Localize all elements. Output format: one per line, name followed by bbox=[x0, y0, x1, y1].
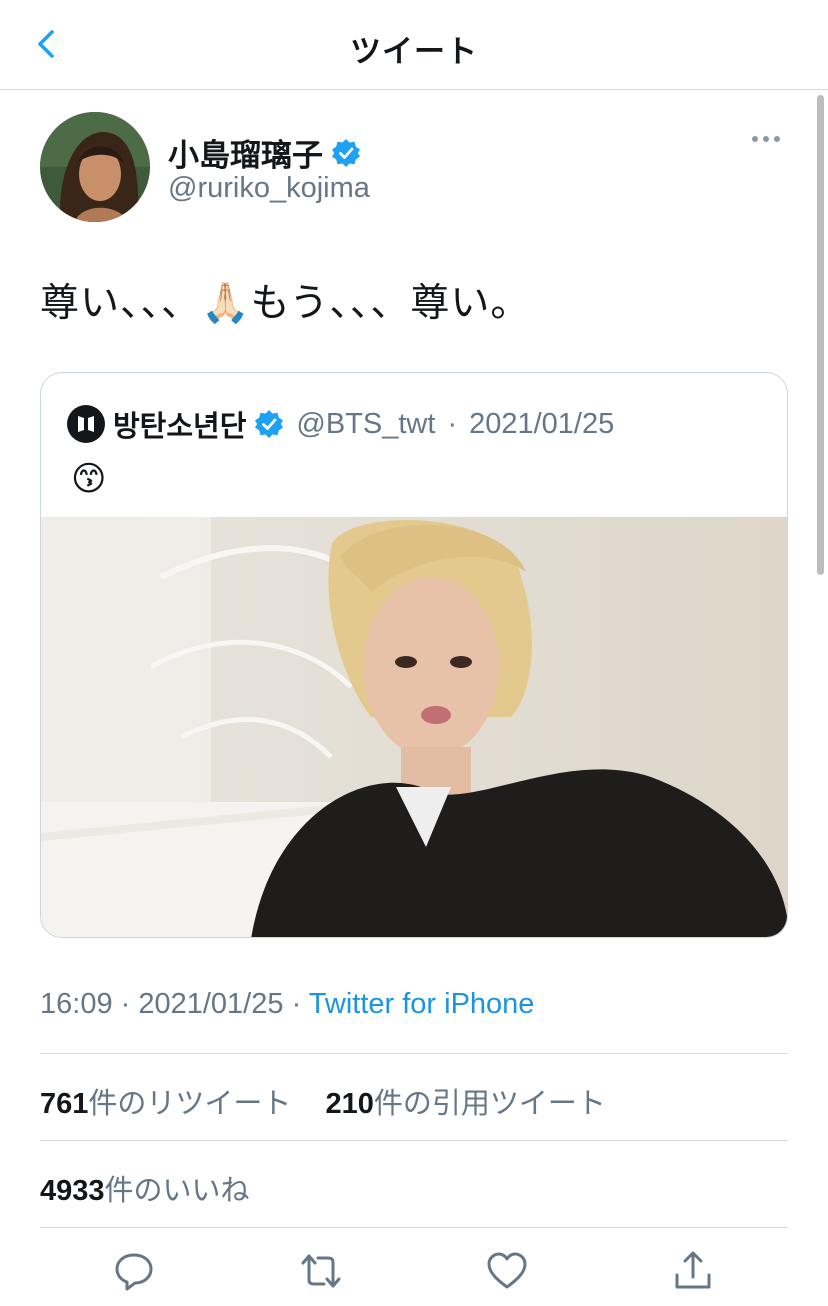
page-title: ツイート bbox=[350, 34, 478, 69]
quoted-photo[interactable] bbox=[41, 517, 788, 938]
likes-count: 4933 bbox=[40, 1175, 105, 1207]
verified-badge-icon bbox=[255, 410, 284, 438]
tweet-source-link[interactable]: Twitter for iPhone bbox=[309, 988, 535, 1020]
tweet-time: 16:09 bbox=[40, 988, 113, 1020]
display-name[interactable]: 小島瑠璃子 bbox=[168, 130, 323, 175]
quoted-date: 2021/01/25 bbox=[469, 407, 615, 440]
tweet-meta: 16:09 · 2021/01/25 · Twitter for iPhone bbox=[40, 988, 534, 1021]
quoted-display-name: 방탄소년단 bbox=[113, 411, 247, 443]
quoted-text: 😙 bbox=[71, 460, 107, 498]
user-handle[interactable]: @ruriko_kojima bbox=[168, 172, 370, 205]
retweet-icon[interactable] bbox=[300, 1250, 342, 1292]
more-options-icon[interactable] bbox=[752, 136, 780, 142]
meta-separator: · bbox=[112, 988, 139, 1020]
avatar[interactable] bbox=[40, 112, 150, 222]
reply-icon[interactable] bbox=[113, 1250, 155, 1292]
tweet-date: 2021/01/25 bbox=[138, 988, 284, 1020]
quoted-tweet[interactable]: 방탄소년단 @BTS_twt · 2021/01/25 😙 bbox=[40, 372, 788, 938]
retweets-stat[interactable]: 761件のリツイート bbox=[40, 1088, 291, 1120]
quotes-stat[interactable]: 210件の引用ツイート bbox=[326, 1088, 606, 1120]
tweet-text: 尊い、、、🙏🏻もう、、、尊い。 bbox=[40, 282, 531, 325]
quotes-label: 件の引用ツイート bbox=[373, 1088, 606, 1120]
engagement-stats: 761件のリツイート 210件の引用ツイート bbox=[40, 1080, 606, 1122]
bts-logo-avatar bbox=[67, 405, 105, 443]
quotes-count: 210 bbox=[325, 1088, 374, 1120]
verified-badge-icon bbox=[332, 138, 360, 167]
action-bar bbox=[0, 1250, 828, 1300]
divider bbox=[40, 1140, 788, 1141]
nav-bar: ツイート bbox=[0, 0, 828, 90]
divider bbox=[40, 1227, 788, 1228]
quoted-handle: @BTS_twt bbox=[296, 407, 436, 440]
meta-separator: · bbox=[283, 988, 309, 1020]
likes-label: 件のいいね bbox=[104, 1175, 250, 1207]
tweet-author: 小島瑠璃子 @ruriko_kojima bbox=[40, 112, 780, 224]
quoted-separator: · bbox=[447, 407, 458, 440]
likes-stat[interactable]: 4933件のいいね bbox=[40, 1167, 250, 1209]
retweets-label: 件のリツイート bbox=[88, 1088, 292, 1120]
divider bbox=[40, 1053, 788, 1054]
retweets-count: 761 bbox=[40, 1088, 89, 1120]
like-icon[interactable] bbox=[486, 1250, 528, 1292]
scrollbar[interactable] bbox=[817, 95, 824, 575]
share-icon[interactable] bbox=[672, 1250, 714, 1292]
